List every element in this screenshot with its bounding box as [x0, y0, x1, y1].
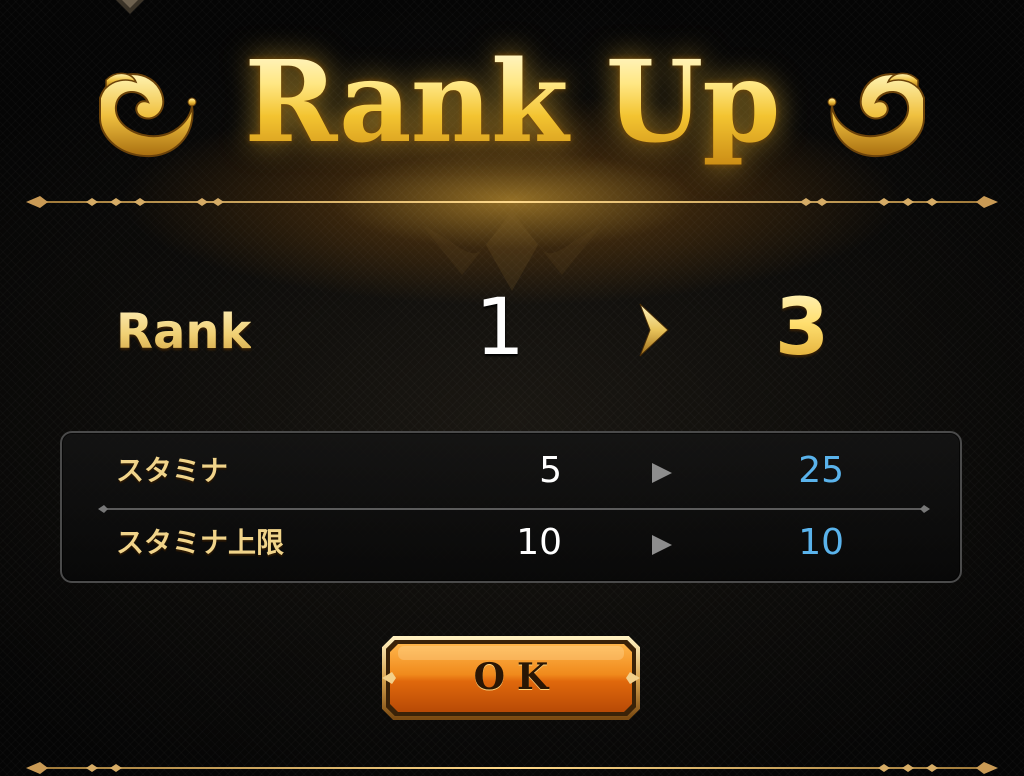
stats-panel: スタミナ 5 25 スタミナ上限 10 10: [60, 431, 962, 583]
stat-name: スタミナ上限: [116, 526, 285, 559]
stat-new-value: 10: [798, 522, 844, 563]
stat-old-value: 10: [516, 522, 562, 563]
title-text: Rank Up: [200, 38, 824, 168]
rank-up-dialog: Rank Up Rank 1 3 スタミナ 5 25 スタミナ上限 10 10 …: [0, 0, 1024, 776]
triangle-right-icon: [652, 535, 672, 555]
stat-row-stamina-max: スタミナ上限 10 10: [62, 509, 960, 579]
ok-button[interactable]: OK: [380, 634, 642, 722]
stat-row-stamina: スタミナ 5 25: [62, 437, 960, 507]
right-flourish-icon: [827, 72, 925, 158]
rank-label: Rank: [116, 300, 251, 364]
stat-new-value: 25: [798, 450, 844, 491]
bottom-divider-ornament: [26, 762, 998, 774]
rank-new-value: 3: [742, 280, 862, 376]
stat-old-value: 5: [539, 450, 562, 491]
triangle-right-icon: [652, 463, 672, 483]
title-banner: Rank Up: [0, 20, 1024, 190]
left-flourish-icon: [99, 72, 197, 158]
ok-button-label: OK: [473, 656, 561, 698]
stat-name: スタミナ: [116, 454, 229, 487]
rank-old-value: 1: [475, 283, 525, 373]
chevron-right-icon: [639, 303, 669, 357]
